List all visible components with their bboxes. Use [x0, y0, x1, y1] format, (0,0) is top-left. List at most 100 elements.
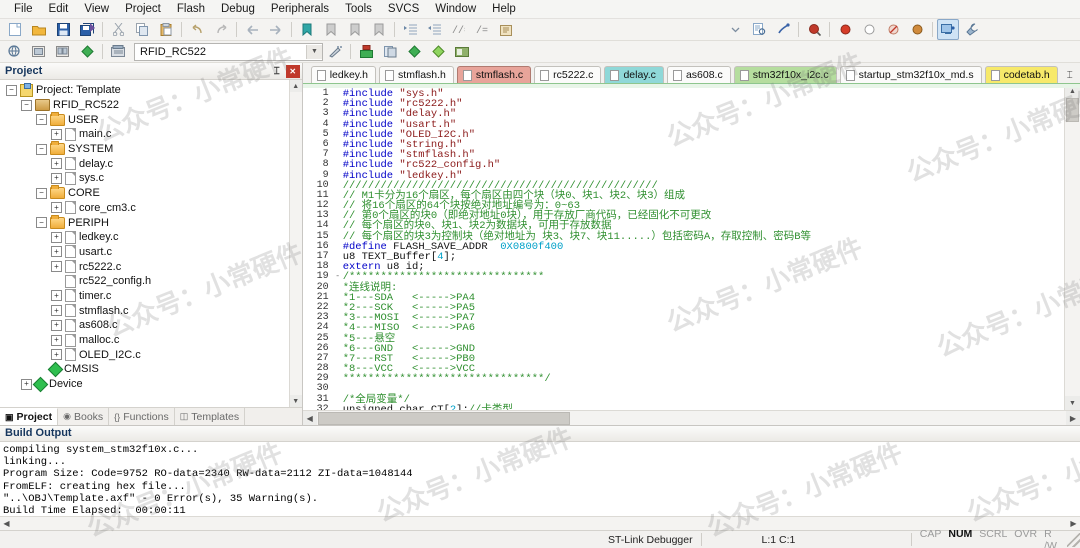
build-output-text[interactable]: compiling system_stm32f10x.c... linking..…: [0, 441, 1080, 516]
tree-item[interactable]: CMSIS: [0, 361, 302, 378]
project-tab-templates[interactable]: ◫ Templates: [175, 408, 246, 425]
redo-icon[interactable]: [210, 19, 232, 40]
menu-item-tools[interactable]: Tools: [337, 1, 380, 17]
tree-item[interactable]: + as608.c: [0, 318, 302, 333]
navigate-back-icon[interactable]: [241, 19, 263, 40]
document-tab-stm32f10x-i2c-c[interactable]: stm32f10x_i2c.c: [733, 66, 837, 83]
code-line[interactable]: 29 ********************************/: [303, 374, 1064, 385]
uncomment-icon[interactable]: /=: [471, 19, 493, 40]
project-tree[interactable]: − Project: Template − RFID_RC522− USER + main.…: [0, 80, 302, 407]
tree-item[interactable]: + timer.c: [0, 289, 302, 304]
remove-group-icon[interactable]: [427, 41, 449, 62]
editor-horizontal-scrollbar[interactable]: ◀ ▶: [302, 410, 1080, 425]
document-tab-delay-c[interactable]: delay.c: [604, 66, 664, 83]
tree-toggle-minus-icon[interactable]: −: [36, 217, 47, 229]
tree-item[interactable]: − CORE: [0, 185, 302, 201]
document-tabs[interactable]: ledkey.h stmflash.h stmflash.c rc5222.c dela…: [302, 63, 1080, 84]
batch-build-icon[interactable]: [76, 41, 98, 62]
code-line[interactable]: 19-/*******************************: [303, 272, 1064, 283]
menu-item-svcs[interactable]: SVCS: [380, 1, 427, 17]
menu-item-edit[interactable]: Edit: [41, 1, 77, 17]
document-tab-startup-stm32f10x-md-s[interactable]: startup_stm32f10x_md.s: [839, 66, 982, 83]
tree-toggle-plus-icon[interactable]: +: [51, 231, 62, 243]
project-tab-functions[interactable]: {} Functions: [109, 408, 175, 425]
tree-item[interactable]: + delay.c: [0, 156, 302, 171]
document-tab-ledkey-h[interactable]: ledkey.h: [310, 66, 377, 83]
tree-toggle-plus-icon[interactable]: +: [51, 305, 62, 317]
tree-item[interactable]: + main.c: [0, 127, 302, 142]
project-tab-books[interactable]: ◉ Books: [58, 408, 110, 425]
pin-icon[interactable]: ⌶: [1067, 70, 1073, 81]
outdent-icon[interactable]: [423, 19, 445, 40]
tree-item[interactable]: + OLED_I2C.c: [0, 347, 302, 362]
pin-icon[interactable]: ⌶: [270, 65, 284, 78]
fold-marker[interactable]: -: [333, 272, 343, 282]
kill-all-breakpoints-icon[interactable]: [858, 19, 880, 40]
resize-grip-icon[interactable]: [1066, 532, 1080, 547]
disable-all-breakpoints-icon[interactable]: [906, 19, 928, 40]
tree-item[interactable]: + sys.c: [0, 171, 302, 186]
tree-item[interactable]: + usart.c: [0, 245, 302, 260]
target-options-icon[interactable]: [107, 41, 129, 62]
save-all-icon[interactable]: [76, 19, 98, 40]
open-document-icon[interactable]: [495, 19, 517, 40]
close-icon[interactable]: ✕: [285, 64, 300, 78]
scroll-left-arrow-icon[interactable]: ◀: [302, 411, 317, 425]
document-tab-codetab-h[interactable]: codetab.h: [984, 66, 1058, 83]
tree-item[interactable]: − Project: Template: [0, 82, 302, 98]
code-line[interactable]: 32 unsigned char CT[2];//卡类型: [303, 404, 1064, 410]
tree-toggle-minus-icon[interactable]: −: [36, 143, 47, 155]
vertical-scroll-thumb[interactable]: [1066, 98, 1079, 122]
tree-item[interactable]: + core_cm3.c: [0, 201, 302, 216]
editor-vertical-scrollbar[interactable]: ▲ ▼: [1064, 84, 1080, 410]
menu-item-debug[interactable]: Debug: [213, 1, 263, 17]
new-file-icon[interactable]: [4, 19, 26, 40]
menu-item-peripherals[interactable]: Peripherals: [263, 1, 337, 17]
document-tab-as608-c[interactable]: as608.c: [666, 66, 731, 83]
menu-item-file[interactable]: File: [6, 1, 41, 17]
code-line[interactable]: 24 *4---MISO <----->PA6: [303, 323, 1064, 334]
books-icon[interactable]: [379, 41, 401, 62]
tree-toggle-plus-icon[interactable]: +: [51, 246, 62, 258]
tree-toggle-minus-icon[interactable]: −: [36, 114, 47, 126]
save-icon[interactable]: [52, 19, 74, 40]
tree-item[interactable]: + Device: [0, 376, 302, 392]
code-lines[interactable]: 1 #include "sys.h" 2 #include "rc5222.h" 3 #i…: [303, 84, 1064, 410]
bookmark-toggle-icon[interactable]: [296, 19, 318, 40]
tree-item[interactable]: + stmflash.c: [0, 303, 302, 318]
code-editor[interactable]: 1 #include "sys.h" 2 #include "rc5222.h" 3 #i…: [302, 84, 1080, 410]
menu-item-window[interactable]: Window: [427, 1, 484, 17]
disable-breakpoint-icon[interactable]: [882, 19, 904, 40]
tree-toggle-plus-icon[interactable]: +: [51, 128, 62, 140]
tree-item[interactable]: + ledkey.c: [0, 230, 302, 245]
insert-bookmark-icon[interactable]: [772, 19, 794, 40]
build-icon[interactable]: [28, 41, 50, 62]
manage-project-items-icon[interactable]: [355, 41, 377, 62]
bookmark-next-icon[interactable]: [344, 19, 366, 40]
document-tab-rc5222-c[interactable]: rc5222.c: [534, 66, 602, 83]
tree-toggle-plus-icon[interactable]: +: [51, 158, 62, 170]
comment-icon[interactable]: //=: [447, 19, 469, 40]
target-select[interactable]: RFID_RC522 ▼: [134, 42, 323, 61]
tree-toggle-plus-icon[interactable]: +: [21, 378, 32, 390]
tree-toggle-plus-icon[interactable]: +: [51, 202, 62, 214]
tree-item[interactable]: − USER: [0, 111, 302, 127]
tree-toggle-plus-icon[interactable]: +: [51, 261, 62, 273]
scroll-left-arrow-icon[interactable]: ◀: [0, 517, 13, 530]
tree-item[interactable]: + rc5222.c: [0, 259, 302, 274]
open-folder-icon[interactable]: [28, 19, 50, 40]
magic-wand-icon[interactable]: [324, 41, 346, 62]
tree-toggle-plus-icon[interactable]: +: [51, 334, 62, 346]
manage-components-icon[interactable]: [451, 41, 473, 62]
horizontal-scroll-thumb[interactable]: [317, 411, 570, 425]
indent-icon[interactable]: [399, 19, 421, 40]
scroll-right-arrow-icon[interactable]: ▶: [1067, 517, 1080, 530]
tree-toggle-plus-icon[interactable]: +: [51, 319, 62, 331]
find-in-files-icon[interactable]: [748, 19, 770, 40]
tree-toggle-minus-icon[interactable]: −: [6, 84, 17, 96]
chevron-down-icon[interactable]: [724, 19, 746, 40]
chevron-down-icon[interactable]: ▼: [306, 44, 322, 59]
document-tab-stmflash-c[interactable]: stmflash.c: [456, 66, 532, 83]
cut-icon[interactable]: [107, 19, 129, 40]
menu-item-view[interactable]: View: [76, 1, 117, 17]
